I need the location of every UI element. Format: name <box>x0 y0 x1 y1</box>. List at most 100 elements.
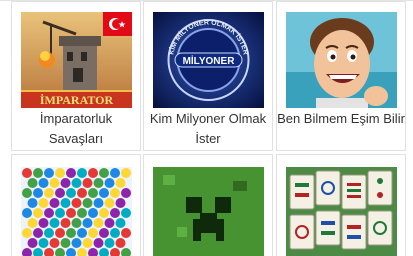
game-thumbnail-minecraft[interactable] <box>153 167 264 256</box>
game-title[interactable]: Kim Milyoner Olmak İster <box>144 109 272 149</box>
bubble <box>38 218 49 228</box>
bubble <box>99 188 109 198</box>
bubble <box>33 228 43 238</box>
bubble <box>27 178 38 188</box>
bubble <box>55 228 65 238</box>
mahjong-tiles-icon <box>286 167 397 256</box>
thumb-milyoner-label: MİLYONER <box>183 54 236 67</box>
bubble <box>115 238 126 248</box>
bubble <box>49 218 60 228</box>
game-tile-imparatorluk-savaslari[interactable]: İMPARATOR İmparatorluk Savaşları <box>11 1 141 151</box>
bubble <box>93 178 104 188</box>
bubble <box>99 168 109 178</box>
game-grid: İMPARATOR İmparatorluk Savaşları KİM MİL… <box>0 0 413 256</box>
bubble <box>49 178 60 188</box>
game-thumbnail-bubble[interactable] <box>21 167 132 256</box>
bubble <box>27 198 38 208</box>
bubble <box>77 168 87 178</box>
bubble <box>93 238 104 248</box>
bubble <box>110 228 120 238</box>
game-title[interactable]: İmparatorluk Savaşları <box>12 109 140 149</box>
game-tile-minecraft[interactable] <box>143 154 273 256</box>
bubble <box>55 208 65 218</box>
bubble <box>71 198 82 208</box>
bubble <box>22 228 32 238</box>
bubble <box>71 238 82 248</box>
cartoon-man-face-icon <box>286 12 397 108</box>
bubble <box>44 188 54 198</box>
bubble <box>93 198 104 208</box>
bubble <box>60 238 71 248</box>
bubble <box>60 218 71 228</box>
bubble <box>38 198 49 208</box>
bubble-grid-icon <box>21 167 132 256</box>
bubble <box>88 188 98 198</box>
bubble <box>88 208 98 218</box>
bubble <box>121 168 131 178</box>
bubble <box>33 168 43 178</box>
bubble <box>121 228 131 238</box>
bubble <box>110 188 120 198</box>
bubble <box>22 168 32 178</box>
bubble <box>66 208 76 218</box>
bubble <box>104 198 115 208</box>
bubble <box>60 178 71 188</box>
bubble <box>77 228 87 238</box>
bubble <box>115 178 126 188</box>
bubble <box>82 218 93 228</box>
bubble <box>22 208 32 218</box>
bubble <box>49 198 60 208</box>
show-logo-ring-icon: KİM MİLYONER OLMAK İSTER MİLYONER <box>153 12 264 108</box>
game-tile-bubble[interactable] <box>11 154 141 256</box>
game-thumbnail-imparator[interactable]: İMPARATOR <box>21 12 132 108</box>
bubble <box>99 228 109 238</box>
bubble <box>38 178 49 188</box>
game-thumbnail-mahjong[interactable] <box>286 167 397 256</box>
bubble <box>121 188 131 198</box>
bubble <box>110 208 120 218</box>
bubble <box>38 238 49 248</box>
bubble <box>77 188 87 198</box>
bubble <box>44 168 54 178</box>
bubble <box>44 228 54 238</box>
bubble <box>121 208 131 218</box>
bubble <box>93 218 104 228</box>
bubble <box>55 168 65 178</box>
bubble <box>55 188 65 198</box>
bubble <box>82 238 93 248</box>
game-title[interactable]: Ben Bilmem Eşim Bilir <box>277 109 405 129</box>
bubble <box>104 238 115 248</box>
game-tile-mahjong[interactable] <box>276 154 406 256</box>
creeper-face-icon <box>153 167 264 256</box>
game-thumbnail-milyoner[interactable]: KİM MİLYONER OLMAK İSTER MİLYONER <box>153 12 264 108</box>
bubble <box>110 168 120 178</box>
bubble <box>99 208 109 218</box>
thumb-imparator-label: İMPARATOR <box>40 93 114 107</box>
game-thumbnail-ben-bilmem[interactable] <box>286 12 397 108</box>
game-tile-ben-bilmem[interactable]: Ben Bilmem Eşim Bilir <box>276 1 406 151</box>
bubble <box>33 188 43 198</box>
bubble <box>115 218 126 228</box>
bubble <box>82 198 93 208</box>
bubble <box>71 178 82 188</box>
bubble <box>66 188 76 198</box>
bubble <box>77 208 87 218</box>
bubble <box>82 178 93 188</box>
bubble <box>71 218 82 228</box>
bubble <box>60 198 71 208</box>
bubble <box>22 188 32 198</box>
bubble <box>66 228 76 238</box>
bubble <box>27 238 38 248</box>
game-tile-kim-milyoner[interactable]: KİM MİLYONER OLMAK İSTER MİLYONER Kim Mi… <box>143 1 273 151</box>
bubble <box>104 218 115 228</box>
bubble <box>88 168 98 178</box>
bubble <box>33 208 43 218</box>
bubble <box>49 238 60 248</box>
castle-tower-icon: İMPARATOR <box>21 12 132 108</box>
bubble <box>115 198 126 208</box>
bubble <box>27 218 38 228</box>
bubble <box>44 208 54 218</box>
bubble <box>104 178 115 188</box>
bubble <box>88 228 98 238</box>
bubble <box>66 168 76 178</box>
